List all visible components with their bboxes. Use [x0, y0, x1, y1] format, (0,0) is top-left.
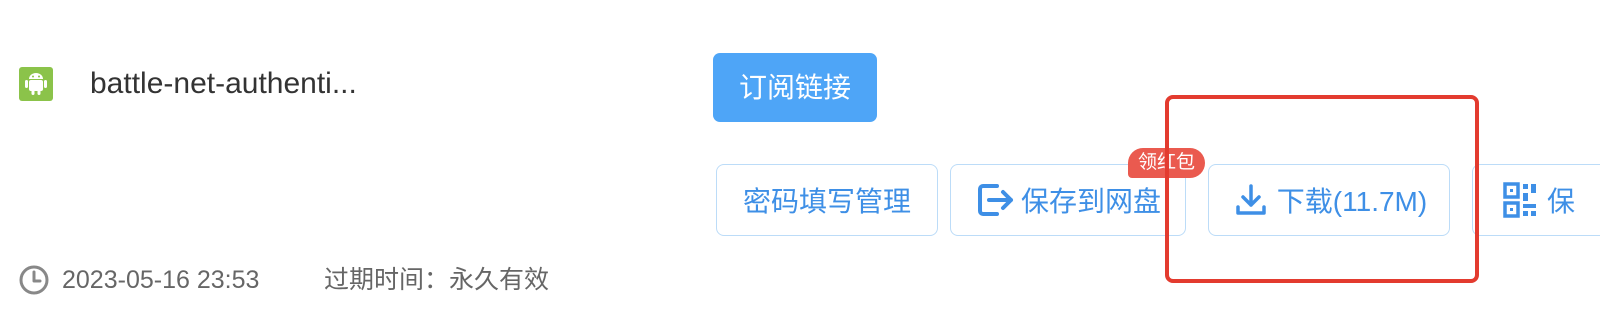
android-robot-glyph: [25, 73, 47, 95]
qr-code-label: 保: [1547, 186, 1576, 217]
subscribe-link-button[interactable]: 订阅链接: [713, 53, 877, 122]
upload-date: 2023-05-16 23:53: [62, 266, 260, 294]
save-to-cloud-icon: [975, 180, 1015, 220]
clock-icon: [18, 264, 50, 296]
download-label: 下载(11.7M): [1276, 186, 1428, 217]
qr-code-button[interactable]: 保: [1472, 164, 1600, 236]
download-button[interactable]: 下载(11.7M): [1208, 164, 1450, 236]
download-icon: [1231, 180, 1271, 220]
expiration-info: 过期时间：永久有效: [324, 266, 550, 294]
qr-code-icon: [1501, 180, 1541, 220]
android-icon: [19, 67, 53, 101]
red-envelope-badge[interactable]: 领红包: [1128, 148, 1205, 178]
save-to-cloud-label: 保存到网盘: [1020, 186, 1161, 217]
password-manage-label: 密码填写管理: [742, 186, 911, 217]
file-name[interactable]: battle-net-authenti...: [90, 64, 357, 104]
password-manage-button[interactable]: 密码填写管理: [716, 164, 938, 236]
